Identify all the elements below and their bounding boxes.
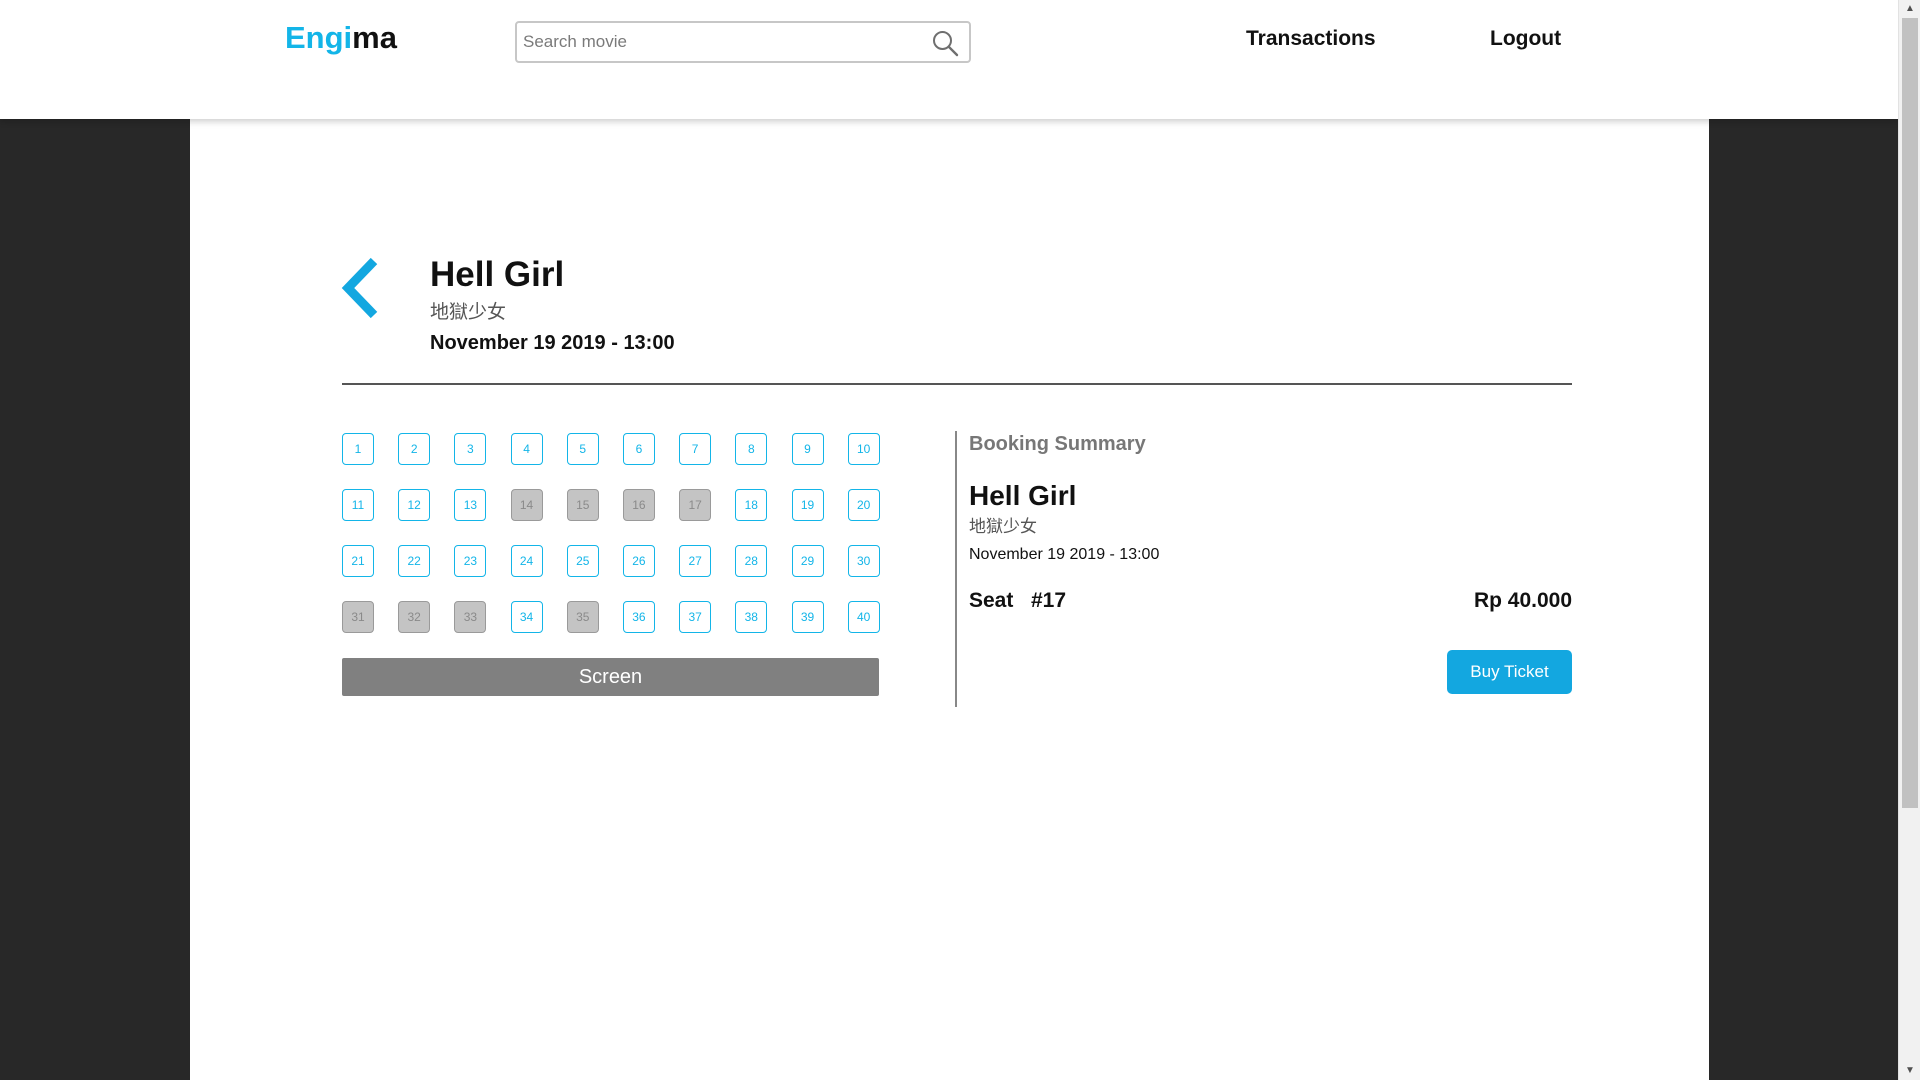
seat-available[interactable]: 34 [510,601,543,633]
brand-logo-part2: ma [352,20,397,55]
scroll-thumb[interactable] [1902,18,1918,808]
seat-available[interactable]: 20 [847,489,880,521]
seat-grid: 1 2 3 4 5 6 7 8 9 10 11 12 13 14 15 16 17 18 19 20 21 22 23 24 2… [342,433,882,633]
seat-available[interactable]: 38 [735,601,768,633]
seat-taken: 32 [398,601,431,633]
seat-available[interactable]: 22 [398,545,431,577]
summary-movie-title: Hell Girl [969,480,1077,511]
booking-summary-heading: Booking Summary [969,433,1146,455]
movie-original-title: 地獄少女 [430,301,507,323]
seat-taken: 35 [566,601,599,633]
search-input[interactable] [523,29,913,55]
seat-available[interactable]: 9 [791,433,824,465]
seat-available[interactable]: 10 [847,433,880,465]
screen-indicator: Screen [342,658,879,696]
movie-title: Hell Girl [430,255,565,294]
scroll-down-icon[interactable]: ▼ [1899,1062,1920,1080]
movie-showtime: November 19 2019 - 13:00 [430,332,675,354]
header-divider [342,383,1572,385]
scroll-up-icon[interactable]: ▲ [1899,0,1920,18]
seat-taken: 33 [454,601,487,633]
seat-available[interactable]: 8 [735,433,768,465]
seat-available[interactable]: 3 [454,433,487,465]
summary-price: Rp 40.000 [1473,589,1572,612]
seat-available[interactable]: 26 [622,545,655,577]
seat-available[interactable]: 29 [791,545,824,577]
nav-transactions-link[interactable]: Transactions [1246,27,1376,51]
seat-available[interactable]: 40 [847,601,880,633]
seat-available[interactable]: 23 [454,545,487,577]
seat-available[interactable]: 27 [679,545,712,577]
seat-taken: 14 [510,489,543,521]
booking-panel: Hell Girl 地獄少女 November 19 2019 - 13:00 … [190,119,1709,1080]
seat-taken: 17 [679,489,712,521]
seat-taken: 31 [342,601,374,633]
seat-available[interactable]: 30 [847,545,880,577]
summary-seat-label: Seat [969,589,1014,612]
top-navbar: Engima Transactions Logout [0,0,1898,119]
nav-logout-link[interactable]: Logout [1490,27,1561,51]
summary-showtime: November 19 2019 - 13:00 [969,546,1160,563]
seat-available[interactable]: 11 [342,489,374,521]
section-divider [955,431,957,707]
summary-seat-number: #17 [1031,589,1067,612]
seat-available[interactable]: 5 [566,433,599,465]
seat-available[interactable]: 6 [622,433,655,465]
seat-available[interactable]: 24 [510,545,543,577]
seat-available[interactable]: 7 [679,433,712,465]
seat-available[interactable]: 36 [622,601,655,633]
seat-available[interactable]: 28 [735,545,768,577]
seat-available[interactable]: 4 [510,433,543,465]
seat-available[interactable]: 39 [791,601,824,633]
brand-logo[interactable]: Engima [285,20,397,56]
seat-available[interactable]: 1 [342,433,374,465]
seat-available[interactable]: 2 [398,433,431,465]
seat-available[interactable]: 18 [735,489,768,521]
brand-logo-part1: Engi [285,20,353,55]
seat-available[interactable]: 13 [454,489,487,521]
seat-taken: 16 [622,489,655,521]
seat-taken: 15 [566,489,599,521]
seat-available[interactable]: 37 [679,601,712,633]
seat-available[interactable]: 25 [566,545,599,577]
seat-available[interactable]: 19 [791,489,824,521]
search-icon[interactable] [931,29,959,57]
seat-available[interactable]: 21 [342,545,374,577]
page-scrollbar[interactable]: ▲ ▼ [1898,0,1920,1080]
search-box [515,21,971,63]
summary-original-title: 地獄少女 [969,517,1037,537]
chevron-left-icon[interactable] [340,257,380,319]
buy-ticket-button[interactable]: Buy Ticket [1447,650,1572,694]
seat-available[interactable]: 12 [398,489,431,521]
